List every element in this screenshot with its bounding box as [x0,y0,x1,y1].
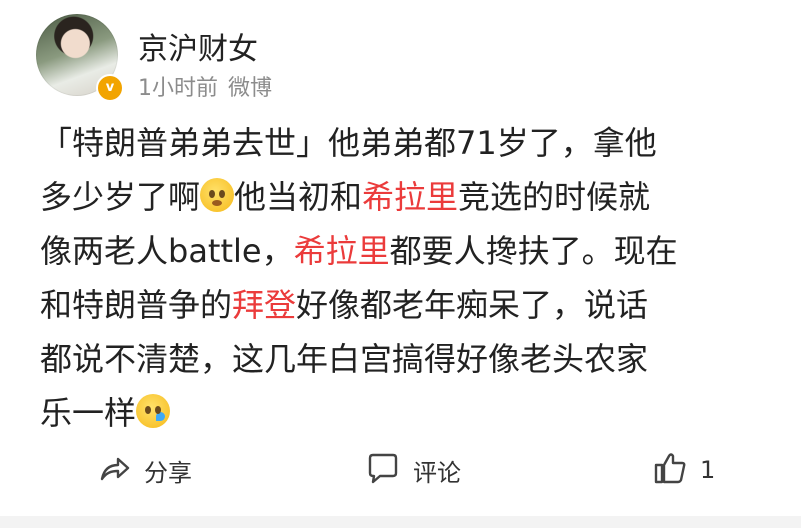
post-text: 都要人搀扶了。现在 [389,232,678,270]
hashtag-link[interactable]: 希拉里 [362,178,458,216]
action-bar: 分享 评论 1 [0,440,801,500]
post-text: 像两老人battle， [40,232,294,270]
post-meta: 1小时前 微博 [138,70,272,102]
post-text: 乐一样 [40,394,137,432]
share-icon [96,450,132,490]
username[interactable]: 京沪财女 [138,24,258,68]
share-label: 分享 [144,458,192,487]
post-content: 「特朗普弟弟去世」他弟弟都71岁了，拿他 多少岁了啊 他当初和希拉里竞选的时候就 … [40,116,770,440]
post-line: 像两老人battle，希拉里都要人搀扶了。现在 [40,224,770,278]
post-text: 多少岁了啊 [40,178,201,216]
post-line: 和特朗普争的拜登好像都老年痴呆了，说话 [40,278,770,332]
post-header: v 京沪财女 1小时前 微博 [36,14,776,104]
like-count: 1 [700,456,716,484]
verified-badge: v [96,74,124,102]
post-text: 和特朗普争的 [40,286,233,324]
share-button[interactable]: 分享 [96,452,192,488]
thumbs-up-icon [652,450,688,490]
divider [0,516,801,528]
post-text: 好像都老年痴呆了，说话 [296,286,649,324]
sleepy-emoji-icon [136,394,171,428]
comment-icon [365,450,401,490]
like-button[interactable]: 1 [652,452,715,488]
post-line: 多少岁了啊 他当初和希拉里竞选的时候就 [40,170,770,224]
post-time: 1小时前 [138,76,218,101]
post-line: 「特朗普弟弟去世」他弟弟都71岁了，拿他 [40,116,770,170]
post-text: 竞选的时候就 [458,178,651,216]
post-text: 都说不清楚，这几年白宫搞得好像老头农家 [40,340,649,378]
comment-label: 评论 [413,458,461,487]
post-line: 都说不清楚，这几年白宫搞得好像老头农家 [40,332,770,386]
comment-button[interactable]: 评论 [365,452,461,488]
confused-emoji-icon [200,178,235,212]
post-text: 他当初和 [234,178,363,216]
hashtag-link[interactable]: 拜登 [232,286,296,324]
post-source: 微博 [228,76,273,101]
post-line: 乐一样 [40,386,770,440]
hashtag-link[interactable]: 希拉里 [294,232,390,270]
post-text: 「特朗普弟弟去世」他弟弟都71岁了，拿他 [40,124,657,162]
